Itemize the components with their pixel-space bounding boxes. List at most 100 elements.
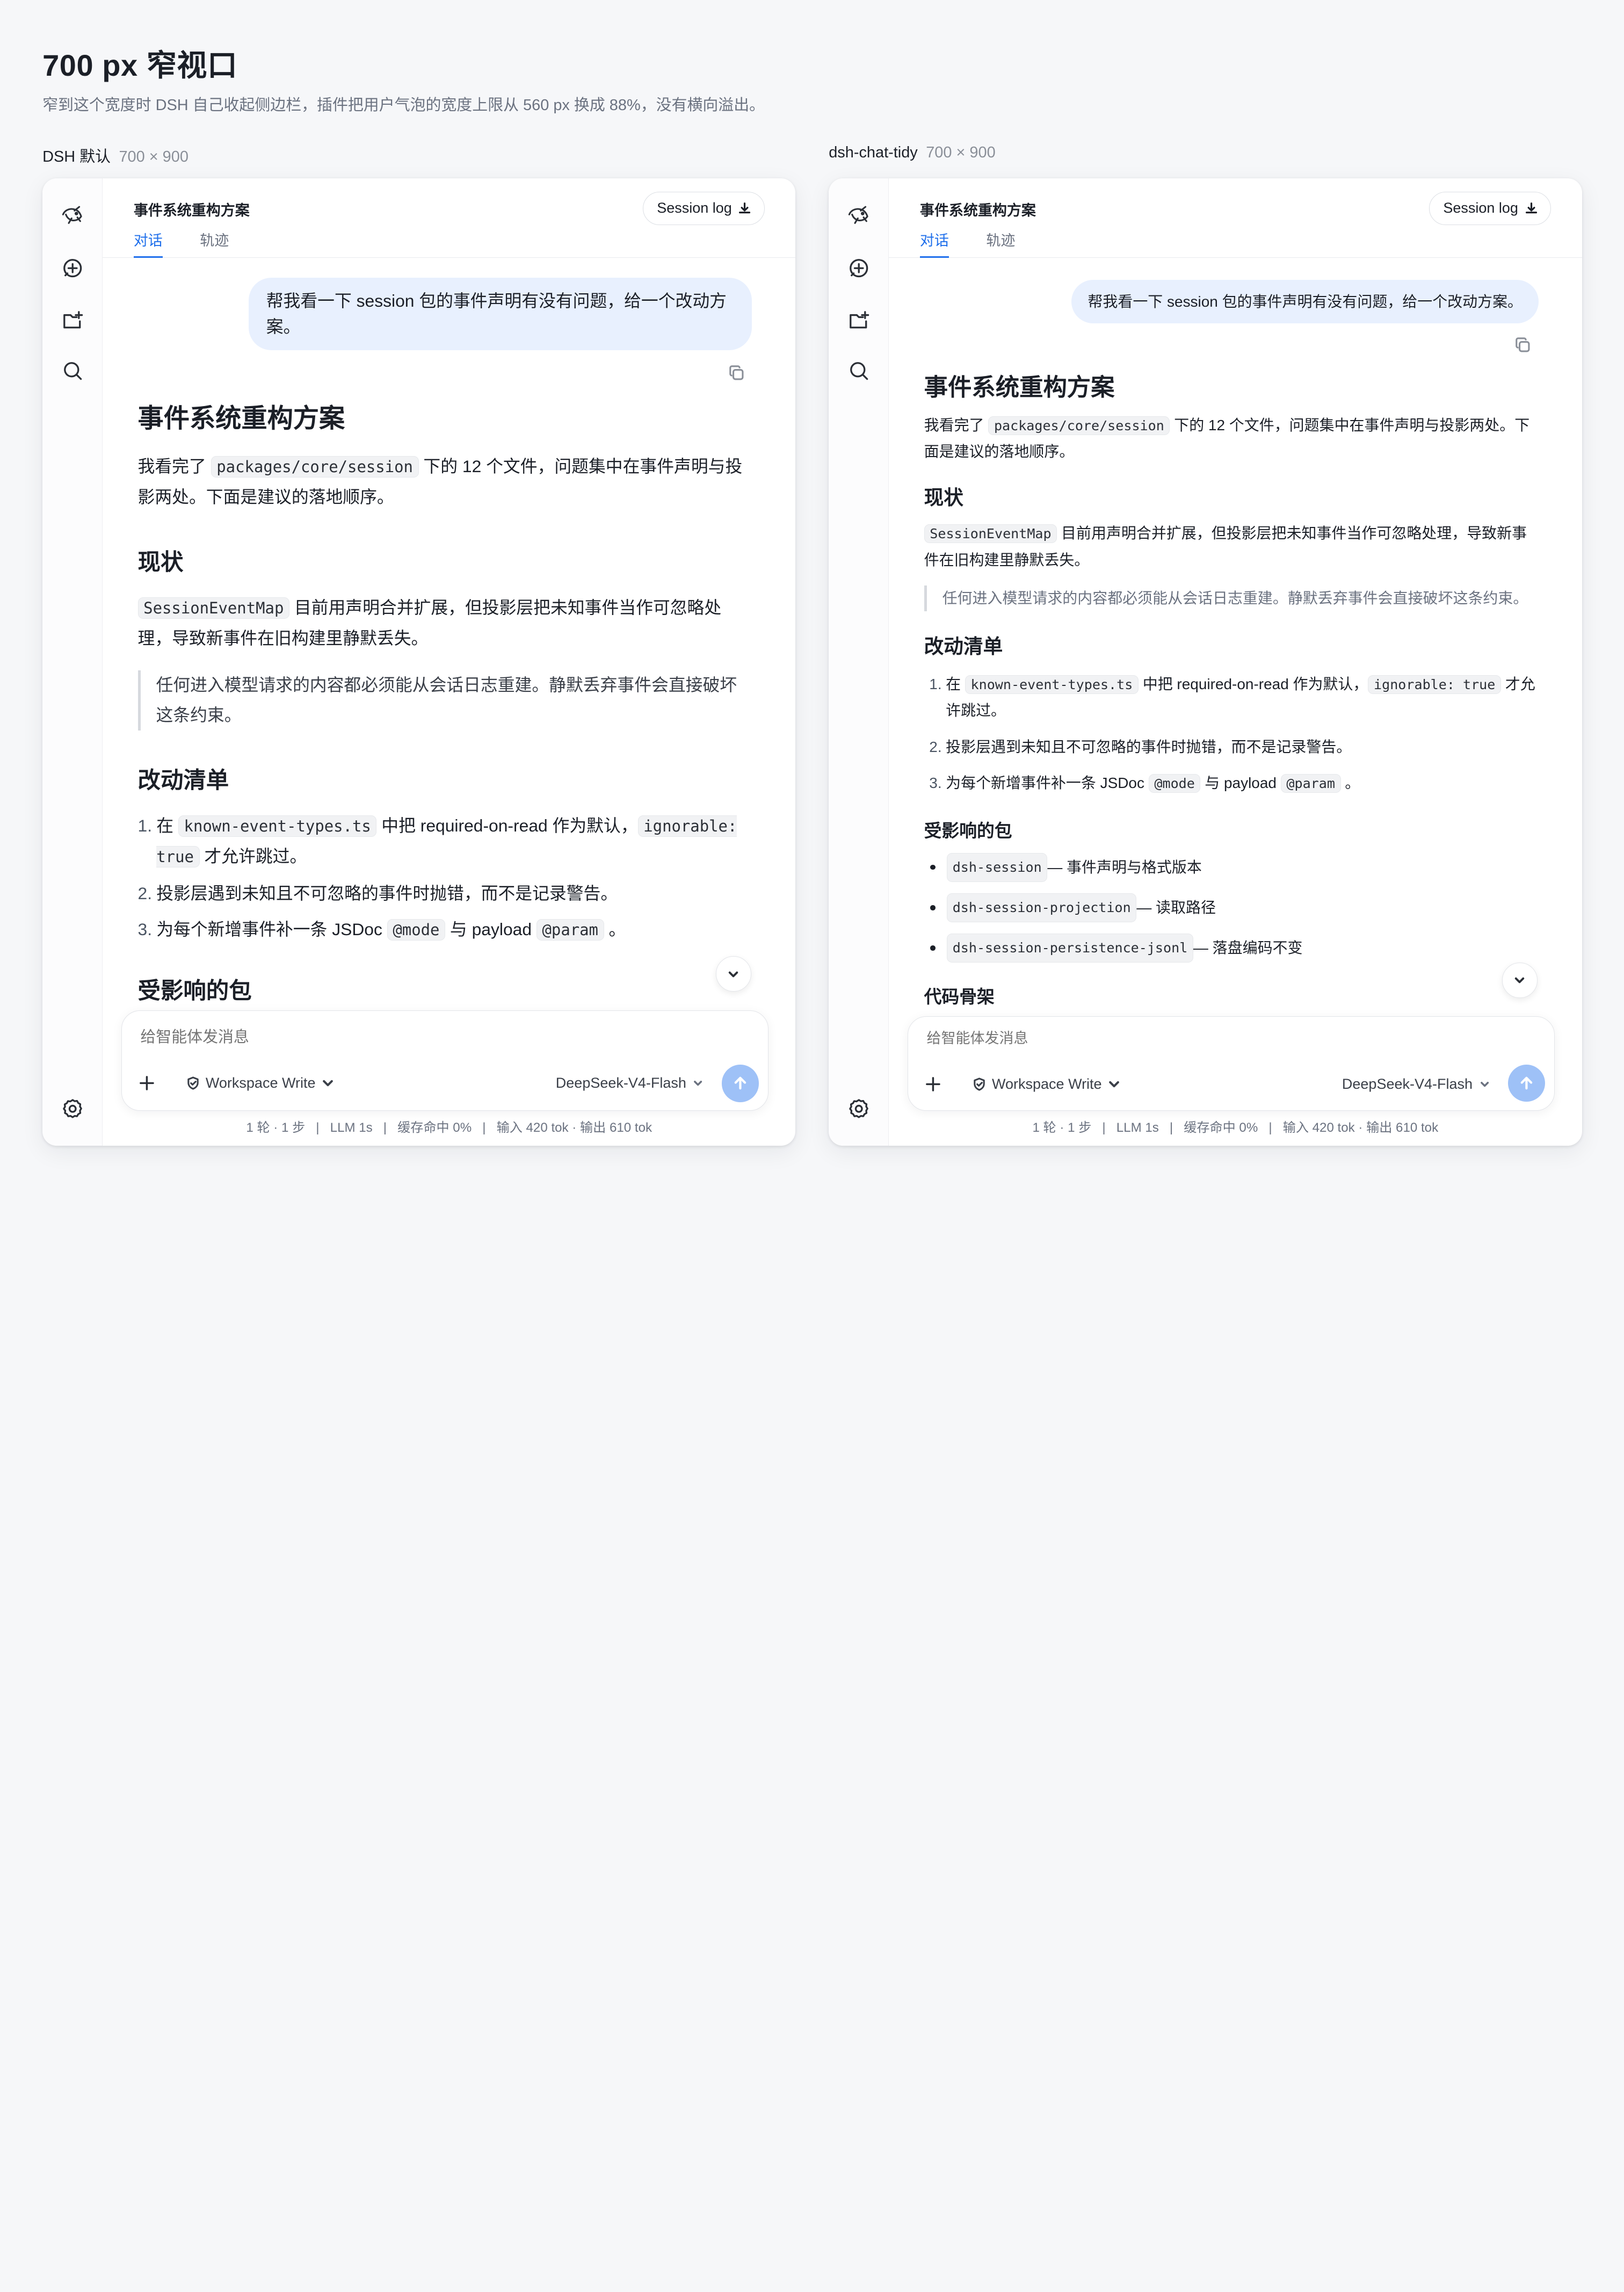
inline-code: SessionEventMap [924,524,1057,544]
copy-icon[interactable] [1513,336,1532,355]
package-desc: — 读取路径 [1136,899,1216,916]
message-list[interactable]: 帮我看一下 session 包的事件声明有没有问题，给一个改动方案。 事件系统重… [889,259,1582,1005]
composer: Workspace Write DeepSeek-V4-Flash [907,1016,1555,1111]
new-chat-icon[interactable] [846,256,871,280]
search-icon[interactable] [60,358,85,383]
intro-paragraph: 我看完了 packages/core/session 下的 12 个文件，问题集… [138,452,749,512]
download-icon [739,203,751,214]
model-select[interactable]: DeepSeek-V4-Flash [1342,1076,1490,1093]
session-log-label: Session log [657,200,732,216]
copy-icon[interactable] [727,364,746,382]
search-icon[interactable] [846,358,871,383]
chevron-down-icon [323,1080,333,1087]
whale-logo-icon[interactable] [60,203,85,228]
list-number: 1. [929,675,942,692]
new-folder-icon[interactable] [60,308,85,332]
scroll-to-bottom-button[interactable] [1502,963,1538,998]
list-item: dsh-session-persistence-jsonl — 落盘编码不变 [930,934,1535,963]
assistant-message: 事件系统重构方案 我看完了 packages/core/session 下的 1… [924,371,1535,1006]
attach-button[interactable] [920,1072,945,1097]
bullet [930,864,936,870]
status-paragraph: SessionEventMap 目前用声明合并扩展，但投影层把未知事件当作可忽略… [924,520,1535,573]
sidebar-rail [42,178,103,1146]
text: 为每个新增事件补一条 JSDoc [946,775,1149,792]
list-item: 3. 为每个新增事件补一条 JSDoc @mode 与 payload @para… [929,770,1535,797]
new-folder-icon[interactable] [846,308,871,332]
assistant-message: 事件系统重构方案 我看完了 packages/core/session 下的 1… [137,400,749,1006]
tab-chat[interactable]: 对话 [133,229,163,258]
section-heading-status: 现状 [137,549,184,575]
bullet [930,945,936,951]
send-button[interactable] [1507,1065,1546,1102]
text: 中把 required-on-read 作为默认， [376,816,638,836]
text: 。 [1340,775,1360,792]
package-desc: — 事件声明与格式版本 [1047,858,1202,876]
intro-text: 我看完了 [924,416,989,433]
list-item: 2. 投影层遇到未知且不可忽略的事件时抛错，而不是记录警告。 [138,879,749,909]
list-item-text: 投影层遇到未知且不可忽略的事件时抛错，而不是记录警告。 [156,883,618,903]
list-number: 1. [137,816,153,836]
answer-heading: 事件系统重构方案 [924,374,1115,401]
sidebar-rail [829,178,889,1146]
user-message-bubble: 帮我看一下 session 包的事件声明有没有问题，给一个改动方案。 [248,277,752,350]
message-input[interactable] [140,1028,658,1046]
section-heading-packages: 受影响的包 [924,821,1012,841]
permission-mode-select[interactable]: Workspace Write [186,1075,335,1091]
tab-chat[interactable]: 对话 [919,229,949,258]
window-dsh-default: 事件系统重构方案 对话 轨迹 Session log 帮我看一下 session… [42,178,796,1146]
page-title: 700 px 窄视口 [42,48,238,83]
list-item: 1. 在 known-event-types.ts 中把 required-on-… [138,811,749,872]
conversation-title: 事件系统重构方案 [919,203,1036,219]
blockquote: 任何进入模型请求的内容都必须能从会话日志重建。静默丢弃事件会直接破坏这条约束。 [924,585,1535,612]
send-arrow-icon [1520,1076,1533,1090]
tab-trace[interactable]: 轨迹 [986,229,1015,256]
send-button[interactable] [721,1065,759,1102]
attach-button[interactable] [134,1071,159,1096]
list-item: 2. 投影层遇到未知且不可忽略的事件时抛错，而不是记录警告。 [929,734,1535,760]
message-list[interactable]: 帮我看一下 session 包的事件声明有没有问题，给一个改动方案。 事件系统重… [103,259,796,1005]
panel-label-default: DSH 默认 700 × 900 [42,144,189,167]
tab-trace[interactable]: 轨迹 [200,229,229,256]
send-arrow-icon [734,1077,746,1090]
chevron-down-icon [1515,977,1525,984]
section-heading-status: 现状 [924,486,963,509]
list-item: 3. 为每个新增事件补一条 JSDoc @mode 与 payload @para… [138,915,749,945]
session-log-button[interactable]: Session log [643,191,765,225]
page: 700 px 窄视口 窄到这个宽度时 DSH 自己收起侧边栏，插件把用户气泡的宽… [0,0,1624,1189]
section-heading-changes: 改动清单 [137,767,229,793]
inline-code: dsh-session-persistence-jsonl [947,934,1193,963]
message-input[interactable] [926,1030,1444,1047]
section-heading-changes: 改动清单 [924,635,1003,657]
model-label: DeepSeek-V4-Flash [555,1075,686,1091]
settings-icon[interactable] [846,1096,871,1121]
text: 在 [946,675,965,692]
list-item-text: 为每个新增事件补一条 JSDoc @mode 与 payload @param … [946,770,1360,797]
inline-code: SessionEventMap [137,597,289,619]
panel-label-name: DSH 默认 [42,148,111,166]
model-select[interactable]: DeepSeek-V4-Flash [556,1075,704,1091]
session-log-button[interactable]: Session log [1429,191,1551,225]
change-list: 1. 在 known-event-types.ts 中把 required-on-… [138,811,749,945]
chevron-down-icon [1109,1081,1120,1088]
inline-code: packages/core/session [211,456,419,478]
panel-label-tidy: dsh-chat-tidy 700 × 900 [829,144,995,162]
text: 中把 required-on-read 作为默认， [1138,675,1368,692]
scroll-to-bottom-button[interactable] [715,956,751,992]
section-heading-skeleton: 代码骨架 [924,986,995,1006]
shield-icon [187,1076,199,1090]
new-chat-icon[interactable] [60,256,85,280]
list-number: 3. [137,920,153,939]
usage-stats: 1 轮 · 1 步 | LLM 1s | 缓存命中 0% | 输入 420 to… [1032,1120,1439,1136]
permission-mode-select[interactable]: Workspace Write [972,1076,1121,1093]
mode-label: Workspace Write [992,1076,1102,1093]
list-number: 2. [929,738,942,755]
chevron-down-icon [729,971,738,978]
whale-logo-icon[interactable] [846,203,871,228]
text: 在 [156,816,178,836]
settings-icon[interactable] [60,1096,85,1121]
list-item-text: 在 known-event-types.ts 中把 required-on-re… [946,671,1535,724]
usage-stats: 1 轮 · 1 步 | LLM 1s | 缓存命中 0% | 输入 420 to… [246,1120,653,1136]
list-item: dsh-session-projection — 读取路径 [930,893,1535,922]
inline-code: @mode [387,919,446,941]
text: 。 [604,920,626,939]
